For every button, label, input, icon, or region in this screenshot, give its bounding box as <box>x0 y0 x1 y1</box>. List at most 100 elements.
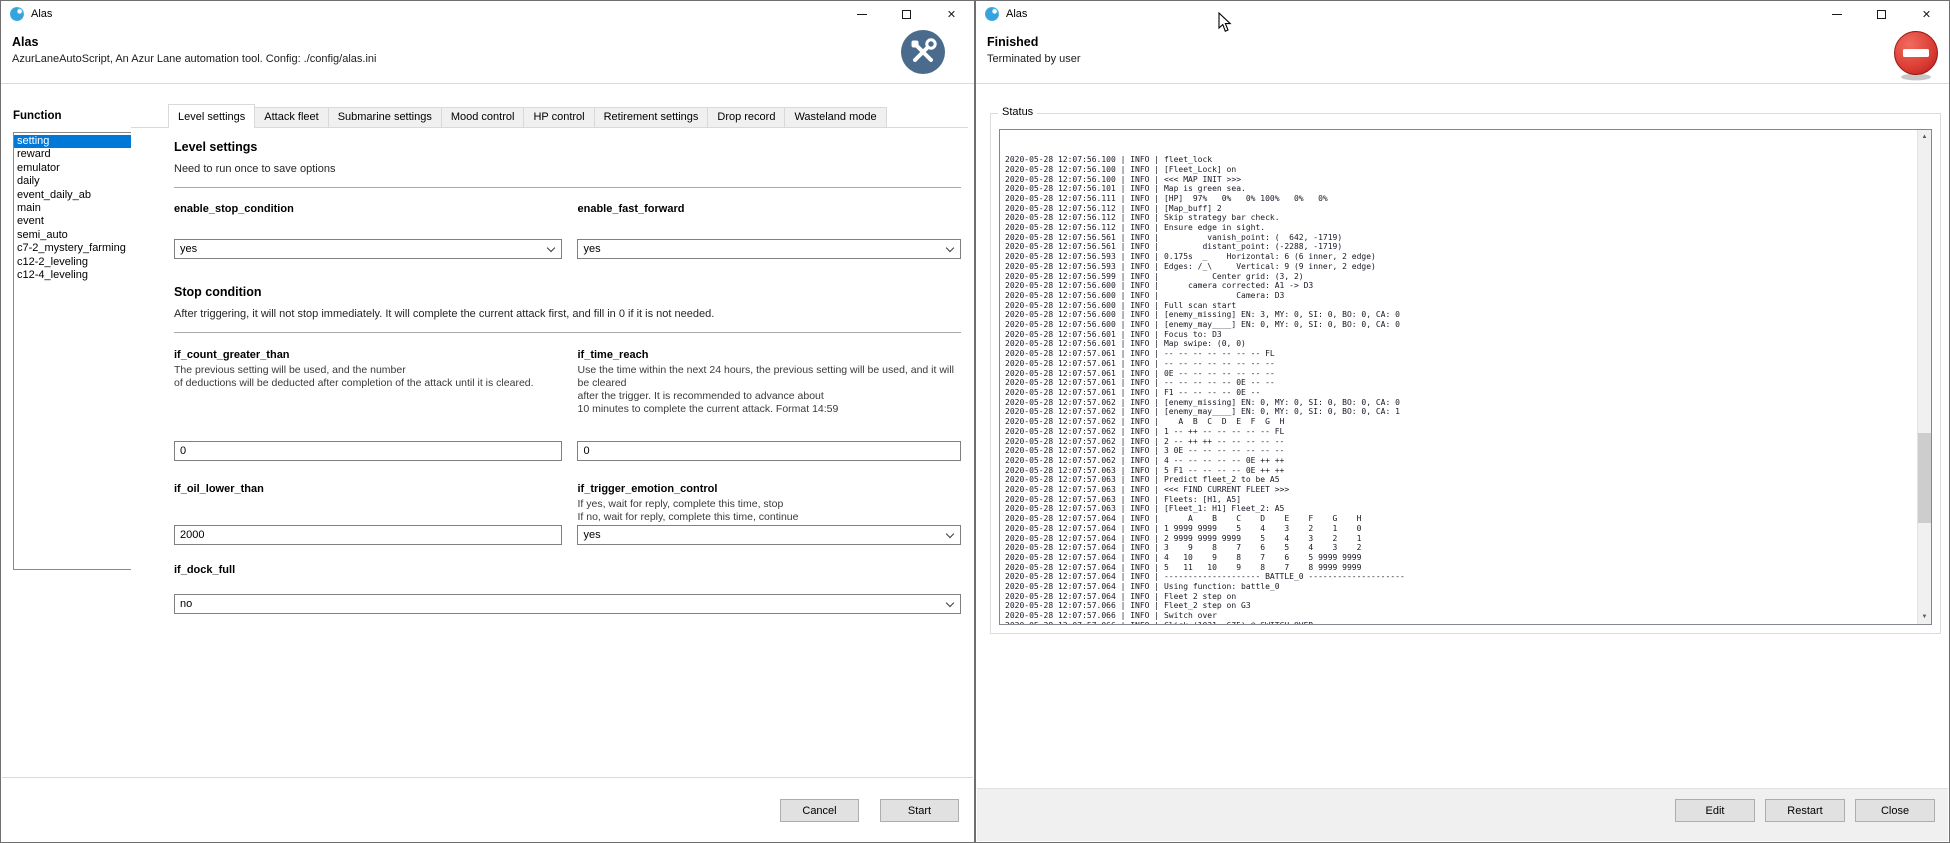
field-label-if-trigger-emotion-control: if_trigger_emotion_control <box>577 483 961 495</box>
field-help-if-time-reach: Use the time within the next 24 hours, t… <box>577 364 961 417</box>
if-trigger-emotion-control-select[interactable]: yes <box>577 525 961 545</box>
field-label-if-time-reach: if_time_reach <box>577 349 961 361</box>
log-line: 2020-05-28 12:07:57.064 | INFO | 3 9 8 7… <box>1005 543 1915 553</box>
log-line: 2020-05-28 12:07:57.062 | INFO | [enemy_… <box>1005 398 1915 408</box>
field-label-if-count-greater-than: if_count_greater_than <box>174 349 562 361</box>
chevron-down-icon <box>946 599 954 607</box>
status-label: Status <box>998 106 1037 118</box>
log-line: 2020-05-28 12:07:57.061 | INFO | F1 -- -… <box>1005 388 1915 398</box>
settings-tab[interactable]: Attack fleet <box>254 107 328 127</box>
enable-stop-condition-select[interactable]: yes <box>174 239 562 259</box>
status-groupbox: Status 2020-05-28 12:07:56.100 | INFO | … <box>990 113 1941 634</box>
log-line: 2020-05-28 12:07:56.593 | INFO | 0.175s … <box>1005 252 1915 262</box>
field-label-enable-fast-forward: enable_fast_forward <box>577 203 961 215</box>
maximize-button[interactable] <box>884 1 929 27</box>
log-line: 2020-05-28 12:07:57.061 | INFO | -- -- -… <box>1005 378 1915 388</box>
settings-tab[interactable]: Submarine settings <box>328 107 442 127</box>
log-line: 2020-05-28 12:07:57.062 | INFO | 4 -- --… <box>1005 456 1915 466</box>
log-line: 2020-05-28 12:07:56.112 | INFO | [Map_bu… <box>1005 204 1915 214</box>
settings-tab[interactable]: Wasteland mode <box>784 107 886 127</box>
log-line: 2020-05-28 12:07:56.600 | INFO | camera … <box>1005 281 1915 291</box>
log-line: 2020-05-28 12:07:57.063 | INFO | [Fleet_… <box>1005 504 1915 514</box>
log-line: 2020-05-28 12:07:57.066 | INFO | Fleet_2… <box>1005 601 1915 611</box>
cancel-button[interactable]: Cancel <box>780 799 859 822</box>
log-line: 2020-05-28 12:07:57.061 | INFO | -- -- -… <box>1005 349 1915 359</box>
log-line: 2020-05-28 12:07:56.100 | INFO | [Fleet_… <box>1005 165 1915 175</box>
maximize-button[interactable] <box>1859 1 1904 27</box>
if-time-reach-input[interactable] <box>577 441 961 461</box>
log-line: 2020-05-28 12:07:56.561 | INFO | vanish_… <box>1005 233 1915 243</box>
if-oil-lower-than-input[interactable] <box>174 525 562 545</box>
config-header: Alas AzurLaneAutoScript, An Azur Lane au… <box>1 27 974 84</box>
log-line: 2020-05-28 12:07:57.061 | INFO | -- -- -… <box>1005 359 1915 369</box>
alas-runtime-window: Alas ✕ Finished Terminated by user <box>975 0 1950 843</box>
if-dock-full-select[interactable]: no <box>174 594 961 614</box>
enable-fast-forward-select[interactable]: yes <box>577 239 961 259</box>
log-line: 2020-05-28 12:07:57.063 | INFO | 5 F1 --… <box>1005 466 1915 476</box>
log-line: 2020-05-28 12:07:57.062 | INFO | A B C D… <box>1005 417 1915 427</box>
close-button[interactable]: ✕ <box>1904 1 1949 27</box>
chevron-down-icon <box>946 244 954 252</box>
stop-sign-icon <box>1891 29 1941 81</box>
log-line: 2020-05-28 12:07:56.561 | INFO | distant… <box>1005 242 1915 252</box>
minimize-button[interactable] <box>839 1 884 27</box>
scroll-down-icon[interactable]: ▼ <box>1918 610 1931 624</box>
log-line: 2020-05-28 12:07:56.112 | INFO | Skip st… <box>1005 213 1915 223</box>
window-title: Alas <box>31 8 52 20</box>
log-line: 2020-05-28 12:07:57.061 | INFO | 0E -- -… <box>1005 369 1915 379</box>
log-line: 2020-05-28 12:07:56.600 | INFO | Full sc… <box>1005 301 1915 311</box>
log-line: 2020-05-28 12:07:57.064 | INFO | 1 9999 … <box>1005 524 1915 534</box>
log-line: 2020-05-28 12:07:57.062 | INFO | 2 -- ++… <box>1005 437 1915 447</box>
function-list-label: Function <box>13 110 62 122</box>
field-label-enable-stop-condition: enable_stop_condition <box>174 203 562 215</box>
log-line: 2020-05-28 12:07:56.599 | INFO | Center … <box>1005 272 1915 282</box>
log-line: 2020-05-28 12:07:57.064 | INFO | Fleet 2… <box>1005 592 1915 602</box>
edit-button[interactable]: Edit <box>1675 799 1755 822</box>
settings-tabstrip: Level settings Attack fleet Submarine se… <box>131 97 968 128</box>
chevron-down-icon <box>946 530 954 538</box>
alas-logo-icon <box>9 6 25 22</box>
page-subtitle: AzurLaneAutoScript, An Azur Lane automat… <box>12 53 376 65</box>
log-line: 2020-05-28 12:07:57.062 | INFO | 3 0E --… <box>1005 446 1915 456</box>
field-label-if-dock-full: if_dock_full <box>174 564 961 576</box>
settings-tab[interactable]: Level settings <box>168 104 255 128</box>
divider <box>174 187 961 188</box>
settings-tab[interactable]: Retirement settings <box>594 107 709 127</box>
log-line: 2020-05-28 12:07:56.601 | INFO | Map swi… <box>1005 339 1915 349</box>
tab-panel-level-settings: Level settings Need to run once to save … <box>131 128 968 776</box>
alas-config-window: Alas ✕ Alas AzurLaneAutoScript, An Azur … <box>0 0 975 843</box>
minimize-button[interactable] <box>1814 1 1859 27</box>
close-button[interactable]: ✕ <box>929 1 974 27</box>
log-output: 2020-05-28 12:07:56.100 | INFO | fleet_l… <box>1005 129 1915 625</box>
mouse-cursor <box>1218 12 1232 33</box>
log-line: 2020-05-28 12:07:57.064 | INFO | -------… <box>1005 572 1915 582</box>
scrollbar-thumb[interactable] <box>1918 433 1931 523</box>
chevron-down-icon <box>547 244 555 252</box>
field-label-if-oil-lower-than: if_oil_lower_than <box>174 483 562 495</box>
restart-button[interactable]: Restart <box>1765 799 1845 822</box>
log-line: 2020-05-28 12:07:57.063 | INFO | <<< FIN… <box>1005 485 1915 495</box>
settings-tab[interactable]: HP control <box>523 107 594 127</box>
log-line: 2020-05-28 12:07:56.101 | INFO | Map is … <box>1005 184 1915 194</box>
settings-tab[interactable]: Drop record <box>707 107 785 127</box>
log-viewport[interactable]: 2020-05-28 12:07:56.100 | INFO | fleet_l… <box>999 129 1932 625</box>
run-status-title: Finished <box>987 35 1038 49</box>
close-run-button[interactable]: Close <box>1855 799 1935 822</box>
run-status-subtitle: Terminated by user <box>987 53 1081 65</box>
field-help-if-count-greater-than: The previous setting will be used, and t… <box>174 364 562 390</box>
log-line: 2020-05-28 12:07:57.063 | INFO | Fleets:… <box>1005 495 1915 505</box>
log-line: 2020-05-28 12:07:56.112 | INFO | Ensure … <box>1005 223 1915 233</box>
alas-logo-icon <box>984 6 1000 22</box>
log-line: 2020-05-28 12:07:57.062 | INFO | 1 -- ++… <box>1005 427 1915 437</box>
settings-tab[interactable]: Mood control <box>441 107 525 127</box>
tools-badge-icon <box>900 29 946 75</box>
page-title: Alas <box>12 35 38 49</box>
scroll-up-icon[interactable]: ▲ <box>1918 130 1931 144</box>
if-count-greater-than-input[interactable] <box>174 441 562 461</box>
log-line: 2020-05-28 12:07:57.066 | INFO | Switch … <box>1005 611 1915 621</box>
log-line: 2020-05-28 12:07:56.593 | INFO | Edges: … <box>1005 262 1915 272</box>
log-line: 2020-05-28 12:07:56.111 | INFO | [HP] 97… <box>1005 194 1915 204</box>
log-scrollbar[interactable]: ▲ ▼ <box>1917 130 1931 624</box>
log-line: 2020-05-28 12:07:56.600 | INFO | [enemy_… <box>1005 320 1915 330</box>
start-button[interactable]: Start <box>880 799 959 822</box>
